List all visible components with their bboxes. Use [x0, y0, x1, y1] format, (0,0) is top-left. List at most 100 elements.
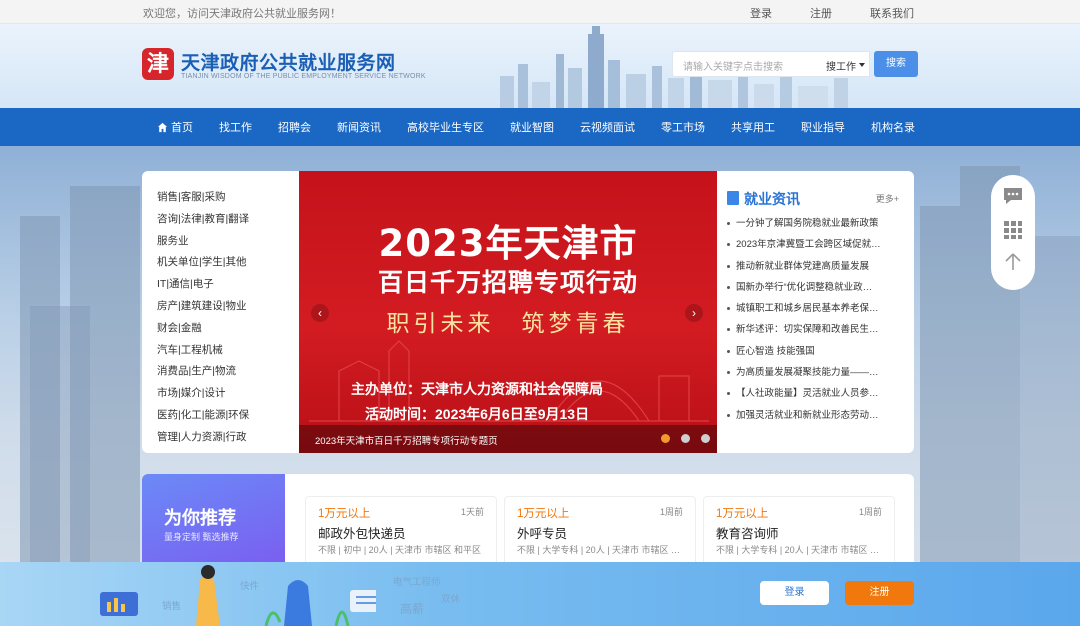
nav-item-graduates[interactable]: 高校毕业生专区 — [407, 119, 484, 135]
top-login-link[interactable]: 登录 — [750, 5, 772, 21]
qrcode-icon[interactable] — [1002, 219, 1024, 241]
news-item[interactable]: 为高质量发展凝聚技能力量——… — [727, 362, 907, 383]
site-logo[interactable]: 津 — [142, 48, 174, 80]
job-time: 1周前 — [659, 507, 683, 517]
news-item[interactable]: 加强灵活就业和新就业形态劳动… — [727, 405, 907, 426]
document-icon — [727, 191, 739, 205]
category-item[interactable]: 机关单位|学生|其他 — [157, 252, 297, 274]
nav-item-video-interview[interactable]: 云视频面试 — [580, 119, 635, 135]
home-icon — [157, 122, 168, 132]
category-item[interactable]: 医药|化工|能源|环保 — [157, 405, 297, 427]
news-item[interactable]: 新华述评：切实保障和改善民生… — [727, 319, 907, 340]
bottom-login-button[interactable]: 登录 — [760, 581, 829, 605]
site-header: 津 天津政府公共就业服务网 TIANJIN WISDOM OF THE PUBL… — [0, 24, 1080, 108]
chat-icon[interactable] — [1002, 185, 1024, 207]
carousel-dot-1[interactable] — [661, 434, 670, 443]
people-illustration — [100, 565, 376, 626]
carousel-prev-button[interactable]: ‹ — [311, 304, 329, 322]
banner-headline: 百日千万招聘专项行动 — [377, 268, 638, 297]
news-panel: 就业资讯 更多+ 一分钟了解国务院稳就业最新政策 2023年京津冀暨工会跨区域促… — [727, 187, 907, 426]
main-panel: 销售|客服|采购 咨询|法律|教育|翻译 服务业 机关单位|学生|其他 IT|通… — [142, 171, 914, 453]
search-placeholder: 请输入关键字点击搜索 — [683, 62, 783, 73]
category-item[interactable]: 服务业 — [157, 231, 297, 253]
news-list: 一分钟了解国务院稳就业最新政策 2023年京津冀暨工会跨区域促就… 推动新就业群… — [727, 213, 907, 426]
search-bar: 请输入关键字点击搜索 搜工作 搜索 — [672, 51, 918, 77]
nav-item-employment-map[interactable]: 就业智图 — [510, 119, 554, 135]
back-to-top-icon[interactable] — [1002, 251, 1024, 273]
category-item[interactable]: 咨询|法律|教育|翻译 — [157, 209, 297, 231]
contact-us-link[interactable]: 联系我们 — [870, 5, 914, 21]
news-item[interactable]: 一分钟了解国务院稳就业最新政策 — [727, 213, 907, 234]
job-card[interactable]: 1万元以上 1天前 邮政外包快递员 不限 | 初中 | 20人 | 天津市 市辖… — [305, 496, 497, 566]
nav-item-label: 首页 — [171, 122, 193, 134]
recommend-section: 为你推荐 量身定制 甄选推荐 1万元以上 1天前 邮政外包快递员 不限 | 初中… — [142, 474, 914, 574]
job-card[interactable]: 1万元以上 1周前 教育咨询师 不限 | 大学专科 | 20人 | 天津市 市辖… — [703, 496, 895, 566]
search-button[interactable]: 搜索 — [874, 51, 918, 77]
category-item[interactable]: 销售|客服|采购 — [157, 187, 297, 209]
site-subtitle: TIANJIN WISDOM OF THE PUBLIC EMPLOYMENT … — [181, 73, 426, 80]
category-item[interactable]: 管理|人力资源|行政 — [157, 427, 297, 449]
recommend-subtitle: 量身定制 甄选推荐 — [164, 532, 239, 542]
banner-caption: 2023年天津市百日千万招聘专项行动专题页 — [315, 436, 498, 447]
banner-carousel[interactable]: 2023年天津市 百日千万招聘专项行动 职引未来 筑梦青春 主办单位：天津市人力… — [299, 171, 717, 453]
job-time: 1天前 — [460, 507, 484, 517]
banner-caption-bar: 2023年天津市百日千万招聘专项行动专题页 — [299, 425, 717, 453]
nav-item-institutions[interactable]: 机构名录 — [871, 119, 915, 135]
carousel-next-button[interactable]: › — [685, 304, 703, 322]
bottom-register-button[interactable]: 注册 — [845, 581, 914, 605]
chevron-down-icon[interactable] — [859, 63, 865, 67]
nav-item-career-guidance[interactable]: 职业指导 — [801, 119, 845, 135]
recommend-banner: 为你推荐 量身定制 甄选推荐 — [142, 474, 285, 574]
job-salary: 1万元以上 — [318, 508, 371, 520]
nav-item-news[interactable]: 新闻资讯 — [337, 119, 381, 135]
main-nav: 首页 找工作 招聘会 新闻资讯 高校毕业生专区 就业智图 云视频面试 零工市场 … — [0, 108, 1080, 146]
job-details: 不限 | 大学专科 | 20人 | 天津市 市辖区 … — [716, 545, 880, 555]
search-type-select[interactable]: 搜工作 — [826, 58, 856, 73]
top-strip: 欢迎您，访问天津政府公共就业服务网！ 登录 注册 联系我们 — [0, 0, 1080, 24]
job-salary: 1万元以上 — [517, 508, 570, 520]
nav-item-gig-market[interactable]: 零工市场 — [661, 119, 705, 135]
job-category-list: 销售|客服|采购 咨询|法律|教育|翻译 服务业 机关单位|学生|其他 IT|通… — [157, 187, 297, 449]
site-title[interactable]: 天津政府公共就业服务网 — [181, 48, 396, 75]
nav-item-find-job[interactable]: 找工作 — [219, 119, 252, 135]
nav-item-home[interactable]: 首页 — [157, 119, 193, 135]
category-item[interactable]: 市场|媒介|设计 — [157, 383, 297, 405]
top-register-link[interactable]: 注册 — [810, 5, 832, 21]
job-card[interactable]: 1万元以上 1周前 外呼专员 不限 | 大学专科 | 20人 | 天津市 市辖区… — [504, 496, 696, 566]
news-more-link[interactable]: 更多+ — [876, 192, 899, 205]
carousel-dot-2[interactable] — [681, 434, 690, 443]
category-item[interactable]: 汽车|工程机械 — [157, 340, 297, 362]
news-item[interactable]: 推动新就业群体党建高质量发展 — [727, 256, 907, 277]
job-title: 外呼专员 — [517, 527, 568, 541]
category-item[interactable]: 财会|金融 — [157, 318, 297, 340]
news-item[interactable]: 城镇职工和城乡居民基本养老保… — [727, 298, 907, 319]
welcome-text: 欢迎您，访问天津政府公共就业服务网！ — [143, 8, 341, 20]
news-item[interactable]: 【人社政能量】灵活就业人员参… — [727, 383, 907, 404]
news-item[interactable]: 国新办举行“优化调整稳就业政… — [727, 277, 907, 298]
nav-item-job-fair[interactable]: 招聘会 — [278, 119, 311, 135]
search-input[interactable]: 请输入关键字点击搜索 搜工作 — [672, 51, 870, 77]
deco-word: 电气工程师 — [393, 577, 441, 588]
banner-period: 活动时间：2023年6月6日至9月13日 — [365, 406, 590, 422]
bottom-login-bar: 电气工程师 双休 高薪 销售 快件 登录 注册 — [0, 562, 1080, 626]
deco-word: 高薪 — [400, 602, 425, 616]
top-links: 登录 注册 联系我们 — [750, 5, 914, 21]
job-salary: 1万元以上 — [716, 508, 769, 520]
job-time: 1周前 — [858, 507, 882, 517]
category-item[interactable]: IT|通信|电子 — [157, 274, 297, 296]
news-title: 就业资讯 — [744, 191, 800, 207]
carousel-dot-3[interactable] — [701, 434, 710, 443]
news-item[interactable]: 匠心智造 技能强国 — [727, 341, 907, 362]
category-item[interactable]: 房产|建筑建设|物业 — [157, 296, 297, 318]
banner-title: 2023年天津市 — [378, 222, 638, 265]
job-details: 不限 | 大学专科 | 20人 | 天津市 市辖区 … — [517, 545, 681, 555]
banner-organizer: 主办单位：天津市人力资源和社会保障局 — [351, 381, 603, 397]
recommend-title: 为你推荐 — [164, 508, 236, 528]
floating-toolbar — [991, 175, 1035, 290]
job-title: 邮政外包快递员 — [318, 527, 406, 541]
category-item[interactable]: 消费品|生产|物流 — [157, 361, 297, 383]
deco-word: 销售 — [162, 601, 182, 612]
nav-item-shared-employment[interactable]: 共享用工 — [731, 119, 775, 135]
news-item[interactable]: 2023年京津冀暨工会跨区域促就… — [727, 234, 907, 255]
deco-word: 快件 — [240, 581, 260, 592]
